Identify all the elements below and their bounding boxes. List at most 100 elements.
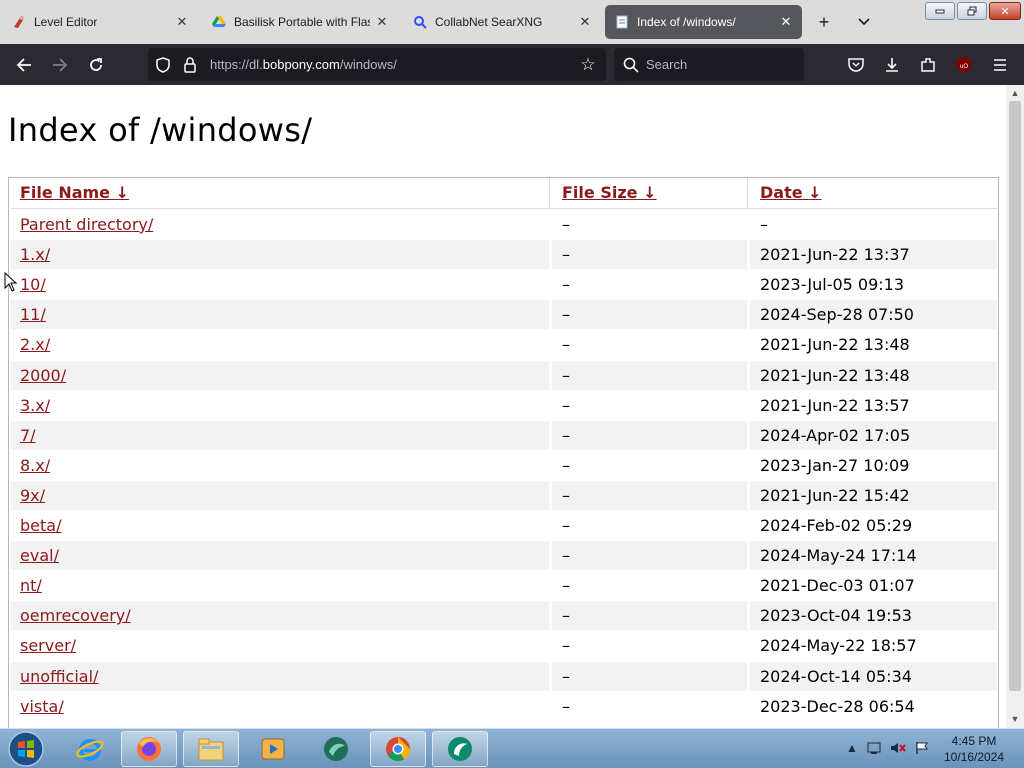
table-header: File Name ↓ File Size ↓ Date ↓ <box>11 178 997 209</box>
directory-link[interactable]: 1.x/ <box>20 245 50 264</box>
taskbar-file-explorer[interactable] <box>183 731 239 767</box>
pocket-button[interactable] <box>845 54 867 76</box>
directory-link[interactable]: Parent directory/ <box>20 215 153 234</box>
taskbar-green-app[interactable] <box>432 731 488 767</box>
directory-link[interactable]: 7/ <box>20 426 36 445</box>
header-file-name[interactable]: File Name ↓ <box>20 178 550 207</box>
taskbar-app[interactable] <box>308 731 364 767</box>
google-drive-favicon <box>212 15 226 29</box>
file-name-cell: 7/ <box>20 421 550 450</box>
tab-index-windows[interactable]: Index of /windows/ ✕ <box>605 5 802 39</box>
header-file-size[interactable]: File Size ↓ <box>562 178 752 207</box>
directory-link[interactable]: 2.x/ <box>20 335 50 354</box>
file-explorer-icon <box>198 738 224 761</box>
date-value: 2024-Oct-14 05:34 <box>760 666 912 686</box>
file-size-value: – <box>562 245 570 265</box>
scroll-down-arrow-icon[interactable]: ▼ <box>1006 712 1024 726</box>
file-size-value: – <box>562 696 570 716</box>
back-button[interactable] <box>12 53 36 77</box>
file-name-cell: Parent directory/ <box>20 210 550 239</box>
file-size-value: – <box>562 485 570 505</box>
reload-button[interactable] <box>84 53 108 77</box>
restore-icon <box>967 6 977 16</box>
directory-link[interactable]: 10/ <box>20 275 46 294</box>
forward-button[interactable] <box>48 53 72 77</box>
directory-link[interactable]: unofficial/ <box>20 667 98 686</box>
directory-link[interactable]: vista/ <box>20 697 64 716</box>
file-size-cell: – <box>562 631 752 660</box>
volume-muted-icon[interactable] <box>890 739 906 757</box>
date-cell: 2023-Jan-27 10:09 <box>760 451 995 480</box>
file-name-cell: 1.x/ <box>20 240 550 269</box>
ublock-button[interactable]: uO <box>953 54 975 76</box>
directory-link[interactable]: eval/ <box>20 546 59 565</box>
scroll-up-arrow-icon[interactable]: ▲ <box>1006 86 1024 100</box>
directory-link[interactable]: 11/ <box>20 305 46 324</box>
restore-button[interactable] <box>957 2 987 20</box>
directory-link[interactable]: oemrecovery/ <box>20 606 131 625</box>
date-value: 2024-Feb-02 05:29 <box>760 516 913 535</box>
directory-link[interactable]: 3.x/ <box>20 396 50 415</box>
header-date[interactable]: Date ↓ <box>760 178 995 207</box>
taskbar-chrome[interactable] <box>370 731 426 767</box>
bookmark-star-icon[interactable]: ☆ <box>578 55 598 75</box>
tab-level-editor[interactable]: Level Editor ✕ <box>2 5 198 39</box>
start-button[interactable] <box>6 730 46 768</box>
file-name-cell: 10/ <box>20 270 550 299</box>
file-size-cell: – <box>562 601 752 630</box>
directory-link[interactable]: beta/ <box>20 516 61 535</box>
flag-icon[interactable] <box>914 739 930 757</box>
internet-explorer-icon <box>76 739 104 761</box>
sort-by-size-link[interactable]: File Size ↓ <box>562 183 656 202</box>
tab-strip: Level Editor ✕ Basilisk Portable with Fl… <box>0 0 1024 44</box>
taskbar-media-player[interactable] <box>245 731 301 767</box>
date-cell: 2024-Sep-28 07:50 <box>760 300 995 329</box>
table-row: server/ – 2024-May-22 18:57 <box>11 631 997 660</box>
directory-link[interactable]: server/ <box>20 636 76 655</box>
directory-link[interactable]: 8.x/ <box>20 456 50 475</box>
new-tab-button[interactable]: + <box>813 11 835 33</box>
url-text[interactable]: https://dl.bobpony.com/windows/ <box>210 57 397 72</box>
directory-link[interactable]: 9x/ <box>20 486 45 505</box>
extensions-button[interactable] <box>917 54 939 76</box>
page-scrollbar[interactable]: ▲ ▼ <box>1006 85 1024 728</box>
date-cell: 2023-Dec-28 06:54 <box>760 692 995 721</box>
sort-by-date-link[interactable]: Date ↓ <box>760 183 822 202</box>
downloads-button[interactable] <box>881 54 903 76</box>
lock-icon[interactable] <box>182 56 198 74</box>
file-name-cell: 8.x/ <box>20 451 550 480</box>
minimize-button[interactable] <box>925 2 955 20</box>
scrollbar-thumb[interactable] <box>1009 101 1021 691</box>
show-hidden-icons-arrow-icon[interactable]: ▲ <box>844 739 860 757</box>
menu-button[interactable] <box>989 54 1011 76</box>
action-center-icon[interactable] <box>866 739 882 757</box>
date-value: 2021-Jun-22 13:48 <box>760 365 910 385</box>
file-size-value: – <box>562 305 570 325</box>
search-bar[interactable]: Search <box>614 48 804 81</box>
directory-link[interactable]: 2000/ <box>20 366 66 385</box>
tab-searxng[interactable]: CollabNet SearXNG ✕ <box>403 5 601 39</box>
table-row: 9x/ – 2021-Jun-22 15:42 <box>11 480 997 510</box>
address-bar[interactable]: https://dl.bobpony.com/windows/ ☆ <box>148 48 606 81</box>
forward-arrow-icon <box>53 58 68 72</box>
sort-by-name-link[interactable]: File Name ↓ <box>20 183 129 202</box>
date-value: 2021-Jun-22 15:42 <box>760 485 910 505</box>
directory-link[interactable]: nt/ <box>20 576 42 595</box>
file-size-cell: – <box>562 421 752 450</box>
close-icon[interactable]: ✕ <box>577 14 593 30</box>
close-icon[interactable]: ✕ <box>778 14 794 30</box>
window-close-button[interactable]: ✕ <box>989 2 1021 20</box>
system-clock[interactable]: 4:45 PM 10/16/2024 <box>938 733 1010 765</box>
close-icon[interactable]: ✕ <box>374 14 390 30</box>
table-row: 8.x/ – 2023-Jan-27 10:09 <box>11 451 997 480</box>
search-icon <box>623 57 639 73</box>
close-icon[interactable]: ✕ <box>174 14 190 30</box>
taskbar-firefox[interactable] <box>121 731 177 767</box>
date-cell: 2023-Jul-05 09:13 <box>760 270 995 299</box>
shield-icon[interactable] <box>154 56 172 74</box>
tab-basilisk[interactable]: Basilisk Portable with Flash ✕ <box>202 5 398 39</box>
file-listing-table: File Name ↓ File Size ↓ Date ↓ Parent di… <box>8 177 999 728</box>
tab-list-button[interactable] <box>853 11 875 33</box>
table-row: 2.x/ – 2021-Jun-22 13:48 <box>11 330 997 359</box>
taskbar-internet-explorer[interactable] <box>62 731 118 767</box>
